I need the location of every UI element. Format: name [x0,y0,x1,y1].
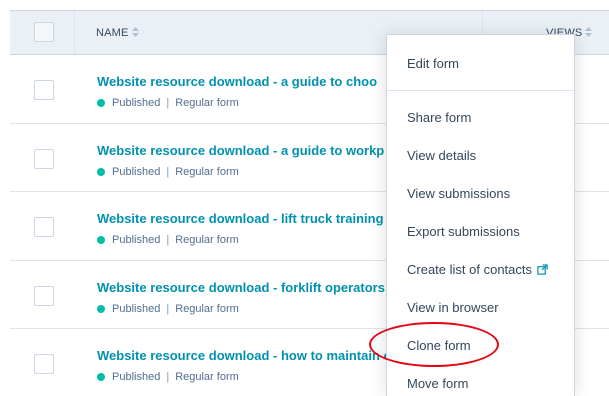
menu-item-export-submissions[interactable]: Export submissions [387,215,574,247]
menu-item-view-in-browser[interactable]: View in browser [387,291,574,323]
published-status-dot [97,373,105,381]
select-all-checkbox[interactable] [34,22,54,42]
published-status-dot [97,167,105,176]
row-checkbox[interactable] [34,80,54,100]
form-meta: Published | Regular form [97,371,239,383]
published-status-dot [97,236,105,244]
menu-item-view-submissions[interactable]: View submissions [387,177,574,209]
row-checkbox[interactable] [34,285,54,306]
actions-dropdown-menu: Edit form Share form View details View s… [386,34,575,396]
header-checkbox-cell [10,11,75,54]
status-label: Published [112,302,161,315]
menu-item-create-list-of-contacts[interactable]: Create list of contacts [387,253,574,285]
form-name-link[interactable]: Website resource download - lift truck t… [97,211,384,226]
published-status-dot [97,304,105,313]
form-type-label: Regular form [175,97,239,109]
menu-item-move-form[interactable]: Move form [387,367,574,396]
meta-separator: | [166,302,170,315]
status-label: Published [112,165,161,178]
form-meta: Published | Regular form [97,234,239,246]
name-column-label: NAME [96,27,139,39]
form-name-link[interactable]: Website resource download - how to maint… [97,348,391,363]
menu-item-clone-form[interactable]: Clone form [387,329,574,361]
create-list-label: Create list of contacts [407,261,532,277]
meta-separator: | [166,371,170,383]
form-type-label: Regular form [175,165,239,178]
form-type-label: Regular form [175,371,239,383]
row-checkbox[interactable] [34,217,54,237]
status-label: Published [112,371,161,383]
menu-item-edit-form[interactable]: Edit form [387,47,574,79]
sort-icon [585,27,593,37]
menu-item-view-details[interactable]: View details [387,139,574,171]
published-status-dot [97,99,105,107]
meta-separator: | [166,97,170,109]
status-label: Published [112,234,161,246]
meta-separator: | [166,165,170,178]
form-meta: Published | Regular form [97,166,239,178]
form-meta: Published | Regular form [97,97,239,109]
form-type-label: Regular form [175,234,239,246]
form-name-link[interactable]: Website resource download - forklift ope… [97,280,385,295]
external-link-icon [537,263,548,275]
form-meta: Published | Regular form [97,303,239,315]
sort-icon [131,27,139,37]
form-name-link[interactable]: Website resource download - a guide to c… [97,74,377,89]
meta-separator: | [166,234,170,246]
status-label: Published [112,97,161,109]
menu-item-share-form[interactable]: Share form [387,101,574,133]
form-name-link[interactable]: Website resource download - a guide to w… [97,143,384,158]
form-type-label: Regular form [175,302,239,315]
row-checkbox[interactable] [34,148,54,169]
menu-divider [387,90,574,91]
row-checkbox[interactable] [34,354,54,374]
